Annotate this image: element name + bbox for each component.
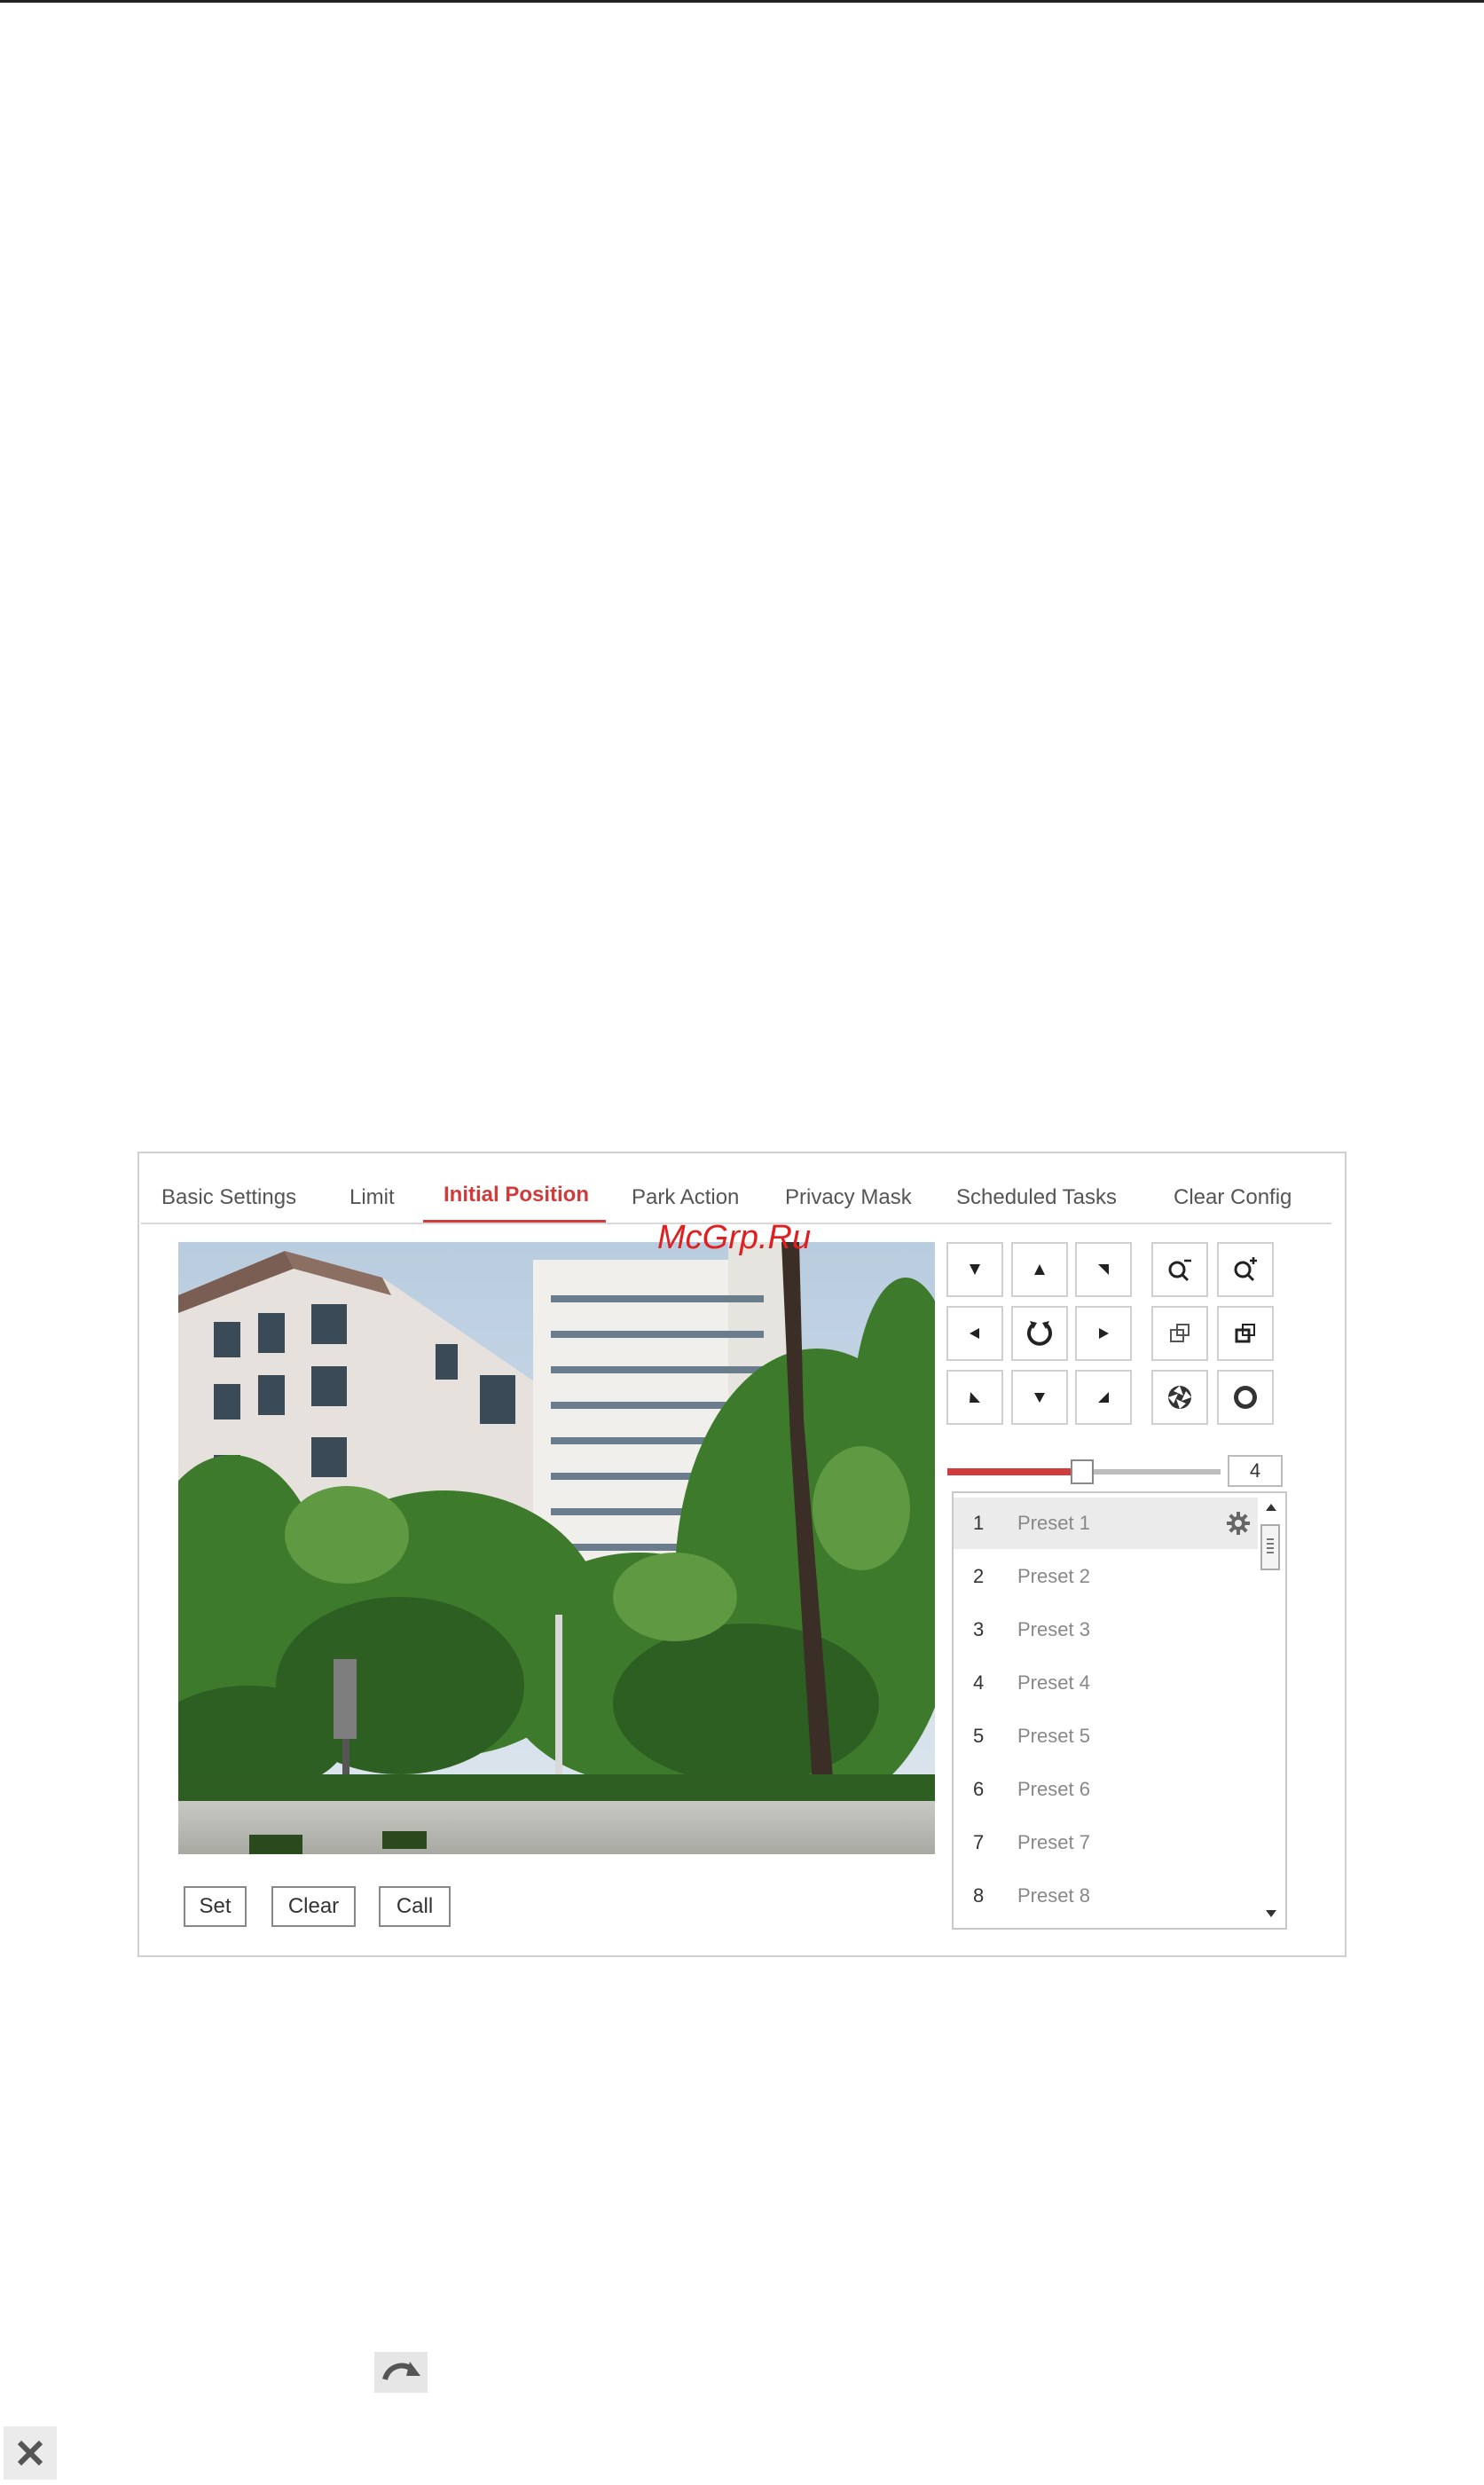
iris-open-icon	[1234, 1386, 1257, 1409]
ptz-down-button[interactable]	[1011, 1370, 1068, 1425]
ptz-down-right-button[interactable]	[1075, 1370, 1132, 1425]
focus-near-button[interactable]	[1151, 1306, 1208, 1361]
speed-slider-track[interactable]	[1082, 1469, 1221, 1474]
preset-number: 7	[973, 1831, 985, 1853]
speed-slider-fill	[947, 1468, 1082, 1475]
ptz-up-left-button[interactable]	[946, 1242, 1003, 1297]
watermark-text: McGrp.Ru	[657, 1219, 812, 1256]
tab-limit[interactable]: Limit	[349, 1185, 395, 1210]
preset-list: 1 Preset 1 2 Preset 2 3 Preset 3 4 Prese…	[952, 1491, 1287, 1930]
scrollbar-thumb[interactable]	[1260, 1524, 1280, 1570]
scroll-down-arrow-icon	[1266, 1910, 1276, 1917]
street-scene-image	[178, 1242, 935, 1854]
preset-row[interactable]: 2 Preset 2	[954, 1551, 1260, 1602]
preset-number: 1	[973, 1512, 985, 1534]
preset-row[interactable]: 6 Preset 6	[954, 1764, 1260, 1815]
clear-button[interactable]: Clear	[271, 1886, 356, 1927]
preset-row[interactable]: 4 Preset 4	[954, 1657, 1260, 1709]
tab-clear-config[interactable]: Clear Config	[1174, 1185, 1292, 1210]
up-left-arrow-icon	[970, 1264, 980, 1275]
preset-name: Preset 8	[1017, 1884, 1090, 1907]
preset-name: Preset 7	[1017, 1831, 1090, 1853]
ptz-down-left-button[interactable]	[946, 1370, 1003, 1425]
zoom-out-button[interactable]	[1151, 1242, 1208, 1297]
up-right-arrow-icon	[1098, 1264, 1109, 1275]
down-left-arrow-icon	[970, 1392, 980, 1403]
set-button[interactable]: Set	[184, 1886, 247, 1927]
tab-privacy-mask[interactable]: Privacy Mask	[785, 1185, 912, 1210]
close-icon[interactable]	[4, 2426, 57, 2480]
focus-far-button[interactable]	[1217, 1306, 1274, 1361]
grip-icon	[1267, 1538, 1274, 1553]
preset-number: 4	[973, 1671, 985, 1694]
page-top-rule	[0, 0, 1484, 3]
call-button[interactable]: Call	[379, 1886, 451, 1927]
speed-value: 4	[1228, 1455, 1283, 1487]
redo-icon	[374, 2352, 428, 2393]
iris-close-button[interactable]	[1151, 1370, 1208, 1425]
tab-bar: Basic Settings Limit Initial Position Pa…	[139, 1153, 1345, 1224]
iris-close-icon	[1168, 1386, 1191, 1409]
preset-name: Preset 5	[1017, 1725, 1090, 1747]
preset-name: Preset 6	[1017, 1778, 1090, 1800]
ptz-right-button[interactable]	[1075, 1306, 1132, 1361]
zoom-in-button[interactable]	[1217, 1242, 1274, 1297]
preset-number: 2	[973, 1565, 985, 1587]
preset-row[interactable]: 1 Preset 1	[954, 1498, 1260, 1549]
gear-icon[interactable]	[1225, 1510, 1252, 1541]
zoom-in-icon	[1234, 1257, 1257, 1282]
up-arrow-icon	[1034, 1264, 1045, 1275]
preset-row[interactable]: 8 Preset 8	[954, 1870, 1260, 1922]
preset-name: Preset 1	[1017, 1512, 1090, 1534]
left-arrow-icon	[970, 1328, 979, 1339]
tab-scheduled-tasks[interactable]: Scheduled Tasks	[956, 1185, 1117, 1210]
zoom-out-icon	[1168, 1259, 1191, 1282]
preset-name: Preset 4	[1017, 1671, 1090, 1694]
ptz-up-button[interactable]	[1011, 1242, 1068, 1297]
preset-row[interactable]: 5 Preset 5	[954, 1710, 1260, 1762]
preset-number: 8	[973, 1884, 985, 1907]
down-right-arrow-icon	[1098, 1392, 1109, 1403]
auto-scan-icon	[1027, 1321, 1052, 1346]
preset-name: Preset 3	[1017, 1618, 1090, 1640]
tab-park-action[interactable]: Park Action	[632, 1185, 739, 1210]
right-arrow-icon	[1099, 1328, 1109, 1339]
ptz-up-right-button[interactable]	[1075, 1242, 1132, 1297]
preset-number: 6	[973, 1778, 985, 1800]
tab-initial-position[interactable]: Initial Position	[444, 1183, 589, 1207]
down-arrow-icon	[1034, 1393, 1045, 1403]
preset-row[interactable]: 7 Preset 7	[954, 1817, 1260, 1868]
iris-open-button[interactable]	[1217, 1370, 1274, 1425]
ptz-auto-scan-button[interactable]	[1011, 1306, 1068, 1361]
focus-far-icon	[1235, 1324, 1255, 1343]
live-video-view[interactable]	[178, 1242, 935, 1854]
ptz-left-button[interactable]	[946, 1306, 1003, 1361]
tab-basic-settings[interactable]: Basic Settings	[161, 1185, 296, 1210]
speed-slider-handle[interactable]	[1071, 1459, 1094, 1484]
preset-row[interactable]: 3 Preset 3	[954, 1604, 1260, 1655]
focus-near-icon	[1170, 1324, 1190, 1342]
scroll-up-arrow-icon	[1266, 1504, 1276, 1511]
preset-name: Preset 2	[1017, 1565, 1090, 1587]
preset-number: 5	[973, 1725, 985, 1747]
preset-number: 3	[973, 1618, 985, 1640]
